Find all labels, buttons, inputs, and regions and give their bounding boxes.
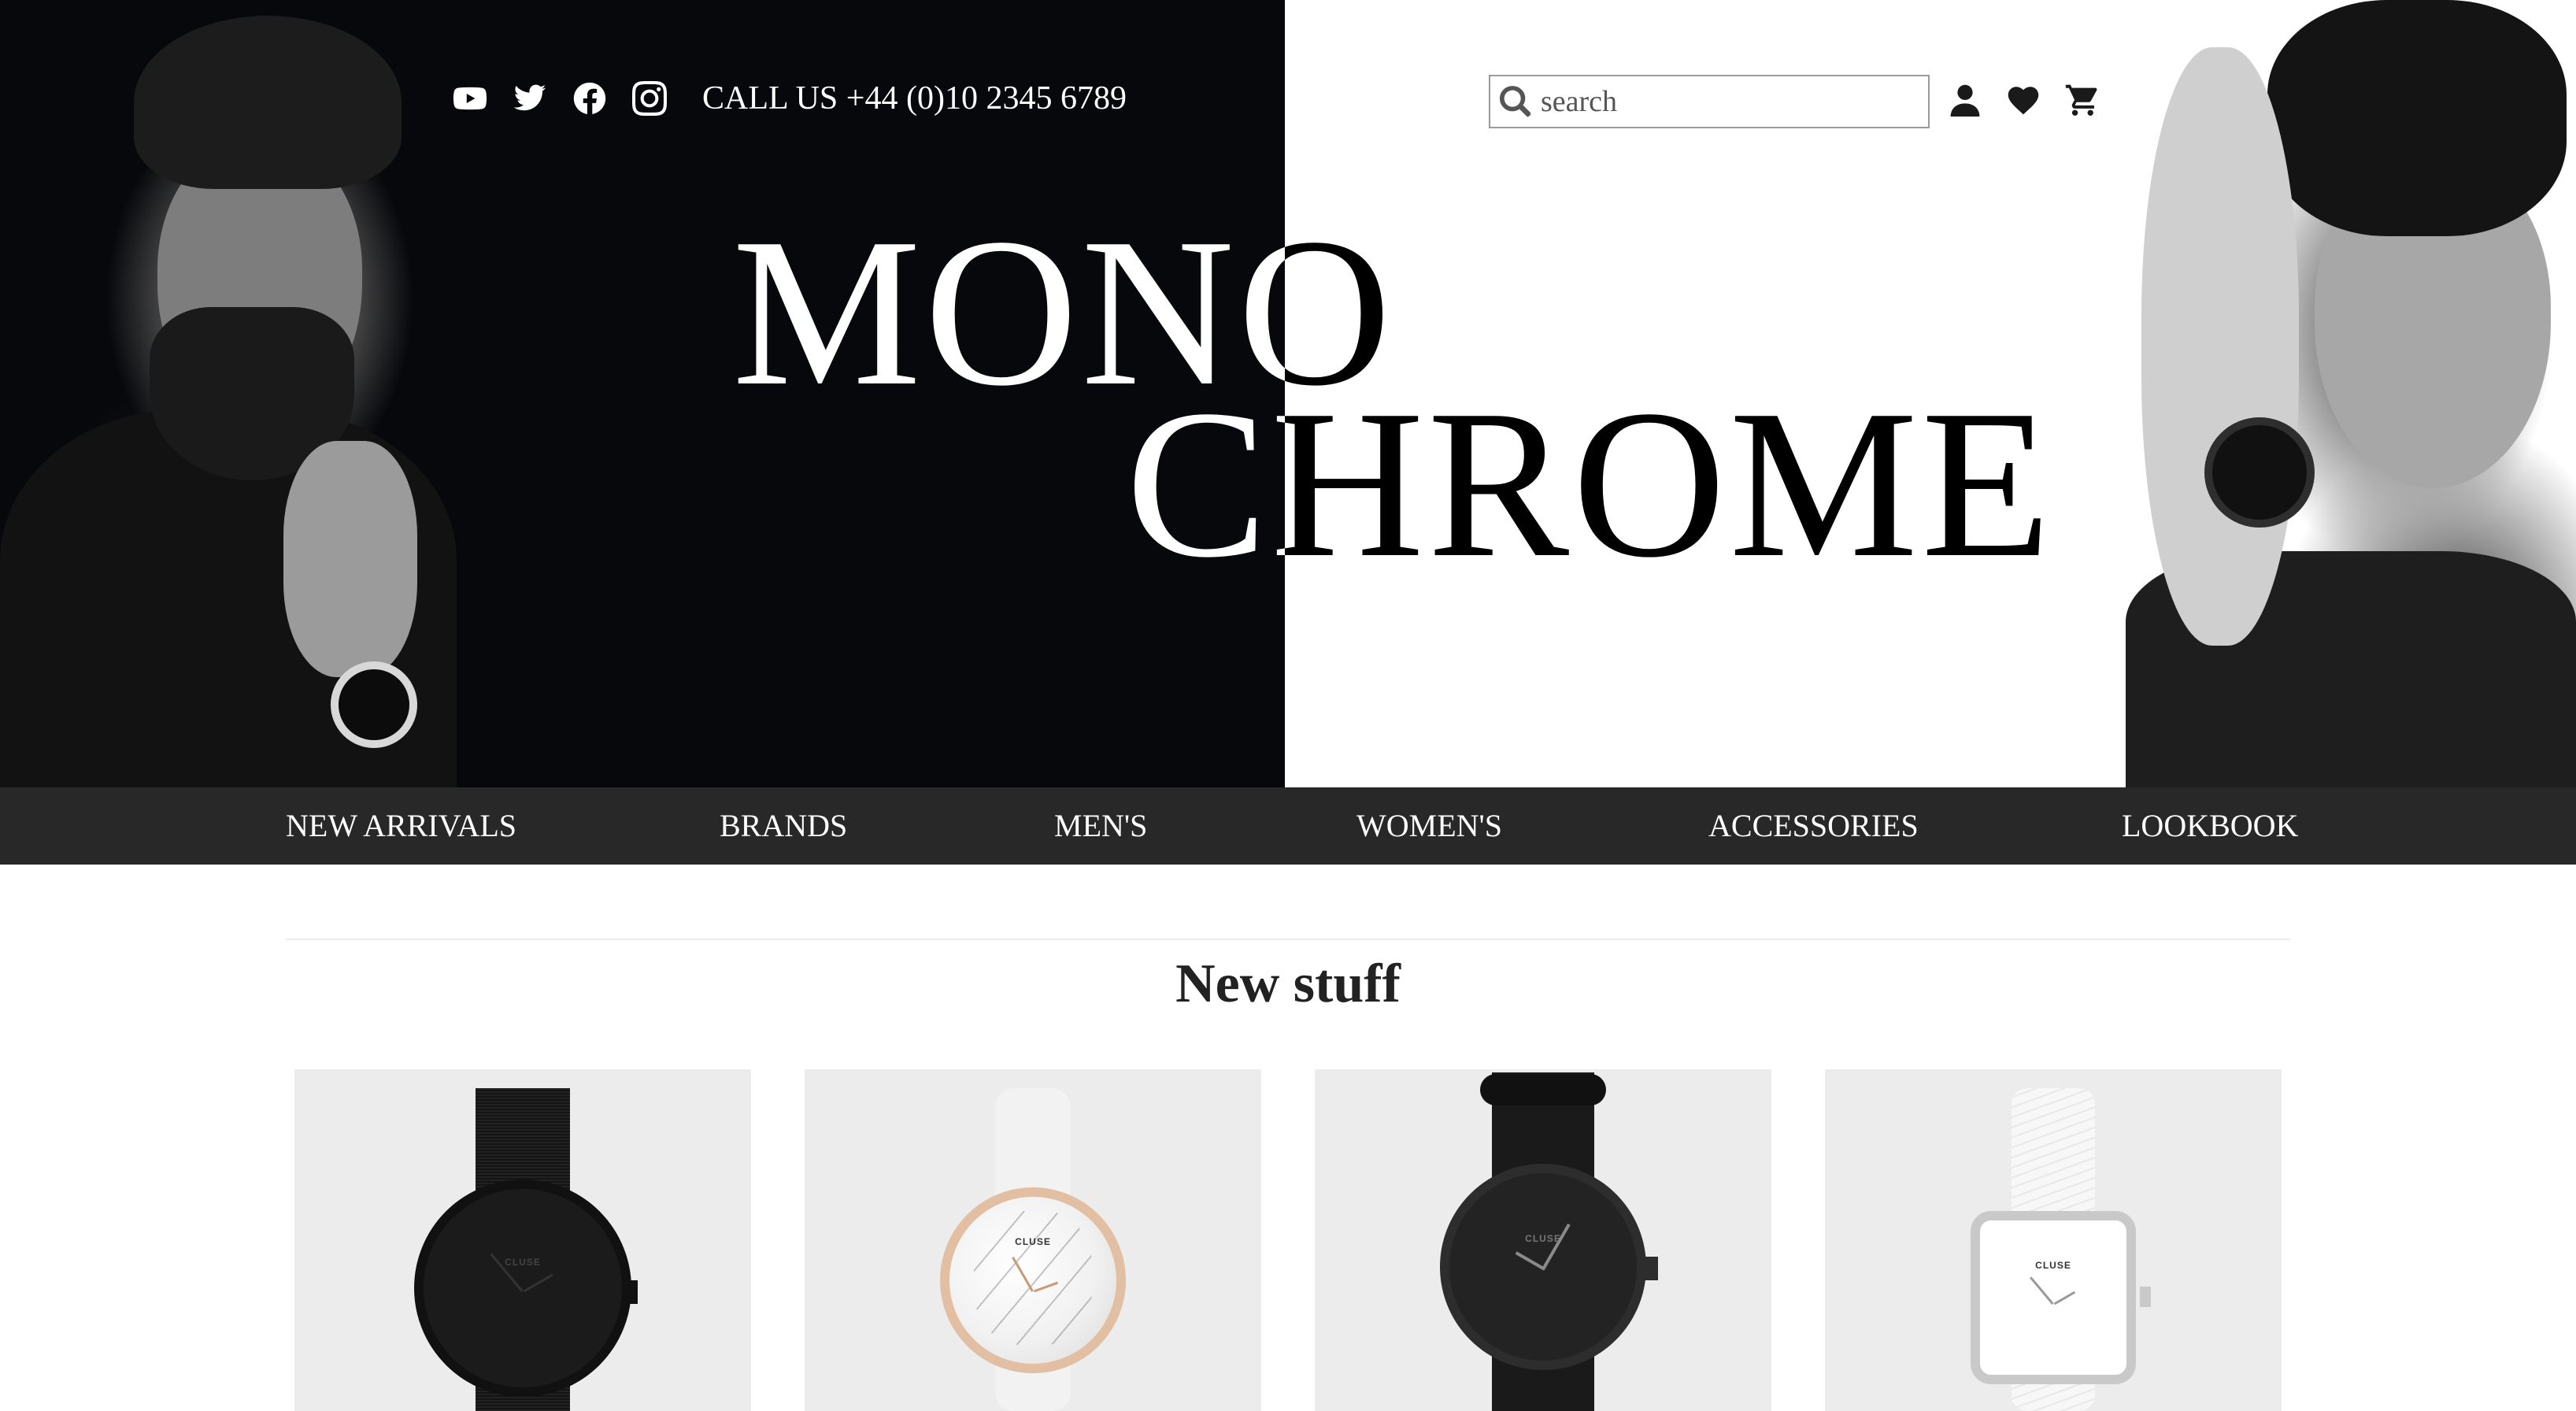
nav-item-womens[interactable]: WOMEN'S bbox=[1356, 787, 1502, 865]
cart-icon[interactable] bbox=[2063, 77, 2100, 123]
youtube-icon[interactable] bbox=[452, 80, 488, 117]
watch-face bbox=[1971, 1211, 2136, 1384]
heart-icon[interactable] bbox=[2004, 77, 2042, 123]
product-card[interactable]: CLUSE bbox=[1315, 1069, 1771, 1411]
watch-face bbox=[414, 1180, 631, 1397]
nav-item-accessories[interactable]: ACCESSORIES bbox=[1708, 787, 1919, 865]
product-card[interactable]: CLUSE bbox=[805, 1069, 1261, 1411]
section-title: New stuff bbox=[1175, 954, 1401, 1014]
nav-item-lookbook[interactable]: LOOKBOOK bbox=[2122, 787, 2298, 865]
instagram-icon[interactable] bbox=[631, 80, 668, 117]
search-input[interactable] bbox=[1541, 84, 1919, 119]
social-bar: CALL US +44 (0)10 2345 6789 bbox=[452, 79, 1127, 118]
twitter-icon[interactable] bbox=[512, 80, 548, 117]
product-card[interactable]: CLUSE bbox=[1825, 1069, 2282, 1411]
nav-item-new-arrivals[interactable]: NEW ARRIVALS bbox=[286, 787, 516, 865]
hero-banner: MONO CHROME MONO CHROME CALL US +44 (0)1… bbox=[0, 0, 2576, 787]
user-icon[interactable] bbox=[1946, 77, 1984, 123]
facebook-icon[interactable] bbox=[572, 80, 608, 117]
search-box[interactable] bbox=[1489, 75, 1930, 128]
watch-brand: CLUSE bbox=[2035, 1260, 2071, 1271]
phone-number: CALL US +44 (0)10 2345 6789 bbox=[702, 80, 1127, 117]
user-actions bbox=[1946, 77, 2100, 123]
nav-item-brands[interactable]: BRANDS bbox=[720, 787, 847, 865]
section-divider bbox=[286, 939, 2290, 940]
product-card[interactable]: CLUSE bbox=[294, 1069, 751, 1411]
nav-item-mens[interactable]: MEN'S bbox=[1054, 787, 1147, 865]
main-nav: NEW ARRIVALS BRANDS MEN'S WOMEN'S ACCESS… bbox=[0, 787, 2576, 865]
search-icon[interactable] bbox=[1490, 76, 1541, 127]
site-logo[interactable]: MONO CHROME MONO CHROME bbox=[0, 0, 2576, 787]
watch-brand: CLUSE bbox=[505, 1257, 541, 1268]
watch-brand: CLUSE bbox=[1015, 1236, 1051, 1247]
